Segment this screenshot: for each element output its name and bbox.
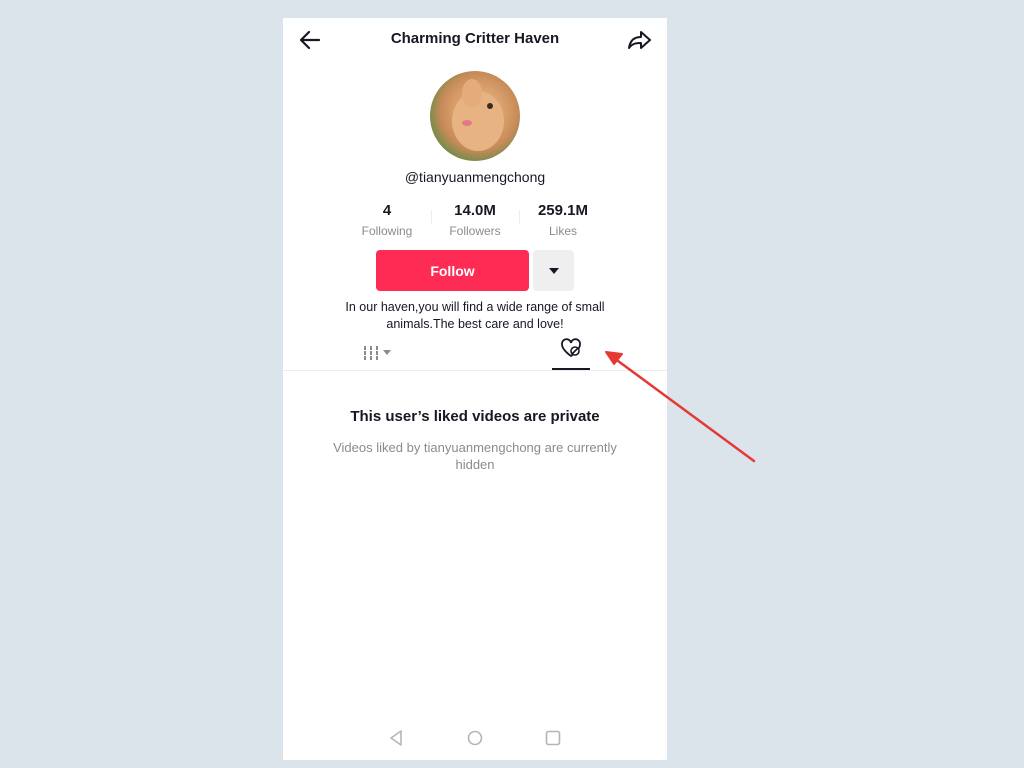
- system-nav-bar: [283, 723, 667, 753]
- phone-screen: Charming Critter Haven @tianyuanmengchon…: [283, 18, 667, 760]
- username-handle: @tianyuanmengchong: [404, 169, 546, 185]
- grid-icon: [364, 346, 378, 360]
- nav-back-icon[interactable]: [388, 729, 404, 747]
- share-button[interactable]: [627, 28, 653, 52]
- stat-label: Likes: [548, 224, 577, 238]
- profile-tabs: [283, 338, 667, 371]
- hidden-heart-icon: [561, 338, 581, 358]
- caret-down-icon: [383, 350, 391, 355]
- stat-following[interactable]: 4 Following: [343, 202, 431, 238]
- avatar[interactable]: [430, 71, 520, 161]
- stat-label: Followers: [449, 224, 501, 238]
- stat-likes[interactable]: 259.1M Likes: [519, 202, 607, 238]
- tab-videos[interactable]: [363, 342, 399, 364]
- page-title: Charming Critter Haven: [390, 30, 560, 47]
- stat-followers[interactable]: 14.0M Followers: [431, 202, 519, 238]
- private-message-title: This user’s liked videos are private: [350, 408, 600, 425]
- caret-down-icon: [548, 267, 559, 274]
- avatar-image: [452, 79, 504, 151]
- stat-label: Following: [361, 224, 413, 238]
- nav-recents-icon[interactable]: [545, 730, 561, 746]
- profile-stats: 4 Following 14.0M Followers 259.1M Likes: [343, 202, 607, 238]
- top-bar: Charming Critter Haven: [283, 18, 667, 62]
- tab-liked[interactable]: [552, 338, 590, 370]
- stat-value: 259.1M: [537, 202, 589, 219]
- follow-button[interactable]: Follow: [376, 250, 529, 291]
- suggested-accounts-button[interactable]: [533, 250, 574, 291]
- stat-value: 4: [382, 202, 392, 219]
- share-icon: [628, 31, 651, 49]
- profile-bio: In our haven,you will find a wide range …: [345, 300, 605, 331]
- private-message-subtitle: Videos liked by tianyuanmengchong are cu…: [333, 440, 617, 472]
- nav-home-icon[interactable]: [467, 730, 483, 746]
- stat-value: 14.0M: [454, 202, 496, 219]
